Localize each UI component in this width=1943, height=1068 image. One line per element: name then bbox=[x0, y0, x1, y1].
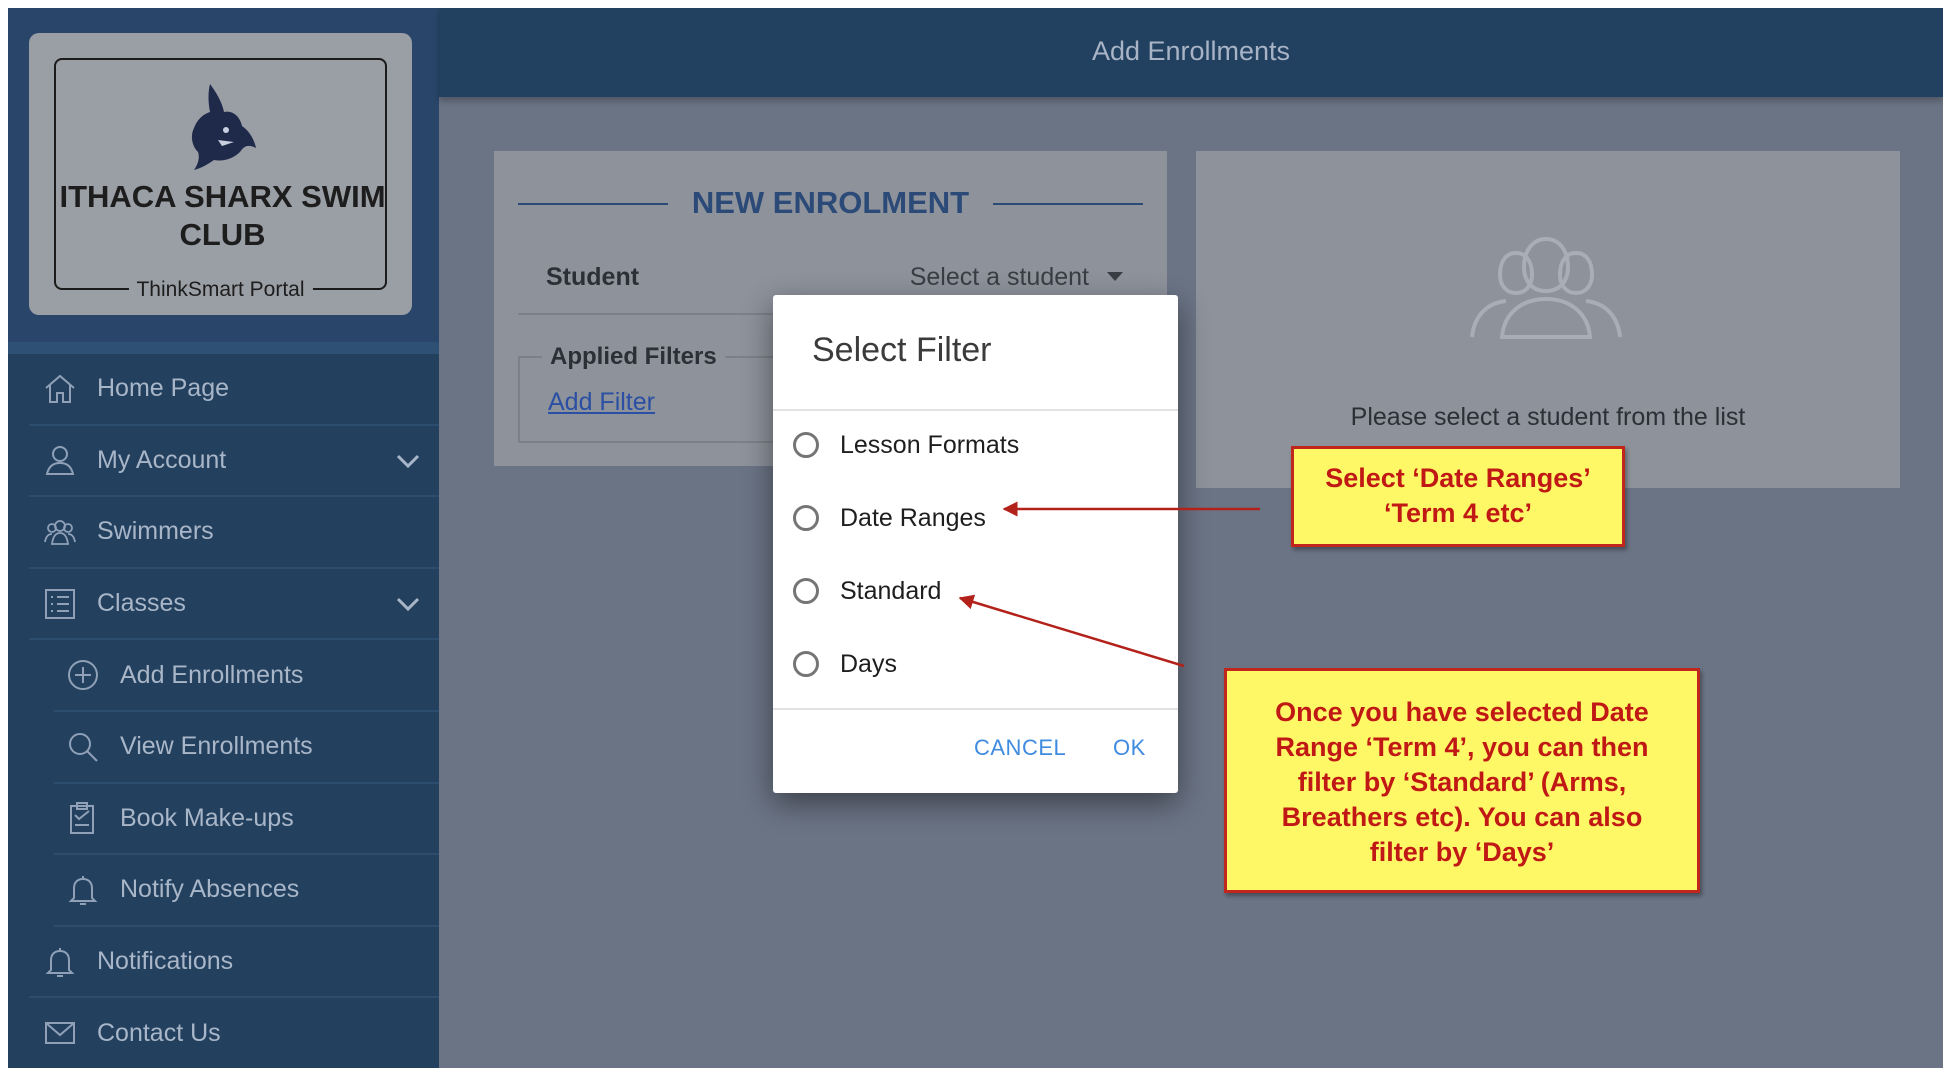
caret-down-icon bbox=[1107, 271, 1123, 281]
filter-option-lesson-formats[interactable]: Lesson Formats bbox=[793, 425, 1019, 465]
app-window: ITHACA SHARX SWIM CLUB ThinkSmart Portal… bbox=[8, 8, 1943, 1068]
callout-line: Once you have selected Date bbox=[1275, 697, 1649, 727]
callout-line: filter by ‘Days’ bbox=[1369, 837, 1555, 867]
filter-option-label: Days bbox=[840, 649, 897, 678]
add-filter-link[interactable]: Add Filter bbox=[548, 388, 655, 417]
page-title: Add Enrollments bbox=[1091, 36, 1291, 66]
sidebar: ITHACA SHARX SWIM CLUB ThinkSmart Portal… bbox=[8, 8, 439, 1068]
callout-line: filter by ‘Standard’ (Arms, bbox=[1297, 767, 1627, 797]
portal-name: ThinkSmart Portal bbox=[128, 278, 313, 302]
sidebar-item-notify-absences[interactable]: Notify Absences bbox=[54, 855, 439, 927]
ok-button[interactable]: OK bbox=[1113, 735, 1146, 761]
filter-option-days[interactable]: Days bbox=[793, 644, 897, 684]
sidebar-item-label: Home Page bbox=[97, 374, 230, 403]
sidebar-item-label: View Enrollments bbox=[120, 732, 313, 761]
list-icon bbox=[45, 588, 75, 619]
callout-line: Select ‘Date Ranges’ bbox=[1325, 463, 1591, 493]
bell-icon bbox=[45, 947, 75, 977]
envelope-icon bbox=[45, 1022, 75, 1045]
users-icon bbox=[44, 520, 76, 545]
club-name: ITHACA SHARX SWIM CLUB bbox=[59, 179, 386, 252]
sidebar-item-my-account[interactable]: My Account bbox=[29, 426, 439, 498]
callout-standard-days: Once you have selected Date Range ‘Term … bbox=[1224, 668, 1700, 893]
shark-logo-icon bbox=[191, 84, 256, 170]
enrolment-heading: NEW ENROLMENT bbox=[691, 185, 970, 220]
sidebar-item-contact-us[interactable]: Contact Us bbox=[29, 998, 439, 1068]
sidebar-item-book-make-ups[interactable]: Book Make-ups bbox=[54, 784, 439, 856]
clipboard-icon bbox=[70, 802, 94, 835]
plus-circle-icon bbox=[68, 660, 98, 691]
student-select-value: Select a student bbox=[909, 263, 1089, 291]
filter-option-label: Date Ranges bbox=[840, 503, 986, 532]
sidebar-item-add-enrollments[interactable]: Add Enrollments bbox=[54, 640, 439, 712]
sidebar-item-swimmers[interactable]: Swimmers bbox=[29, 497, 439, 569]
callout-line: Breathers etc). You can also bbox=[1281, 802, 1643, 832]
sidebar-item-classes[interactable]: Classes bbox=[29, 569, 439, 641]
club-logo-card: ITHACA SHARX SWIM CLUB ThinkSmart Portal bbox=[29, 33, 412, 315]
sidebar-item-label: Classes bbox=[97, 589, 186, 618]
filter-option-label: Standard bbox=[840, 576, 942, 605]
student-select[interactable]: Select a student bbox=[910, 263, 1123, 292]
sidebar-item-label: Notify Absences bbox=[120, 875, 300, 904]
dialog-divider-bottom bbox=[773, 708, 1178, 710]
sidebar-item-notifications[interactable]: Notifications bbox=[29, 927, 439, 999]
search-icon bbox=[69, 732, 98, 762]
filter-option-label: Lesson Formats bbox=[840, 430, 1020, 459]
applied-filters-label: Applied Filters bbox=[542, 343, 725, 371]
cancel-button[interactable]: CANCEL bbox=[974, 735, 1066, 761]
bell-icon bbox=[68, 875, 98, 905]
sidebar-item-label: Swimmers bbox=[97, 517, 214, 546]
student-panel: Please select a student from the list bbox=[1196, 151, 1900, 488]
sidebar-divider bbox=[8, 342, 439, 354]
student-label: Student bbox=[546, 263, 640, 291]
sidebar-item-label: Notifications bbox=[97, 947, 234, 976]
users-placeholder-icon bbox=[1470, 236, 1622, 339]
dialog-divider-top bbox=[773, 409, 1178, 411]
filter-option-date-ranges[interactable]: Date Ranges bbox=[793, 498, 986, 538]
callout-line: Range ‘Term 4’, you can then bbox=[1275, 732, 1649, 762]
logo-area: ITHACA SHARX SWIM CLUB ThinkSmart Portal bbox=[8, 8, 439, 342]
chevron-down-icon[interactable] bbox=[395, 448, 421, 474]
sidebar-item-label: Book Make-ups bbox=[120, 803, 294, 832]
callout-date-ranges: Select ‘Date Ranges’ ‘Term 4 etc’ bbox=[1291, 446, 1625, 547]
radio-button[interactable] bbox=[793, 578, 819, 604]
dialog-title: Select Filter bbox=[812, 331, 992, 369]
select-filter-dialog: Select Filter Lesson Formats Date Ranges… bbox=[773, 295, 1178, 793]
sidebar-item-view-enrollments[interactable]: View Enrollments bbox=[54, 712, 439, 784]
callout-line: ‘Term 4 etc’ bbox=[1383, 498, 1533, 528]
sidebar-item-home-page[interactable]: Home Page bbox=[29, 354, 439, 426]
radio-button[interactable] bbox=[793, 505, 819, 531]
empty-state-message: Please select a student from the list bbox=[1350, 403, 1746, 431]
home-icon bbox=[45, 374, 75, 403]
user-icon bbox=[45, 446, 75, 476]
sidebar-item-label: Add Enrollments bbox=[120, 660, 304, 689]
sidebar-item-label: Contact Us bbox=[97, 1018, 221, 1047]
chevron-down-icon[interactable] bbox=[395, 591, 421, 617]
logo-frame: ITHACA SHARX SWIM CLUB ThinkSmart Portal bbox=[54, 58, 387, 302]
sidebar-item-label: My Account bbox=[97, 445, 227, 474]
filter-option-standard[interactable]: Standard bbox=[793, 571, 941, 611]
radio-button[interactable] bbox=[793, 651, 819, 677]
sidebar-nav: Home Page My Account Swimmers Classes Ad… bbox=[8, 354, 439, 1068]
top-bar: Add Enrollments bbox=[439, 8, 1943, 97]
radio-button[interactable] bbox=[793, 432, 819, 458]
